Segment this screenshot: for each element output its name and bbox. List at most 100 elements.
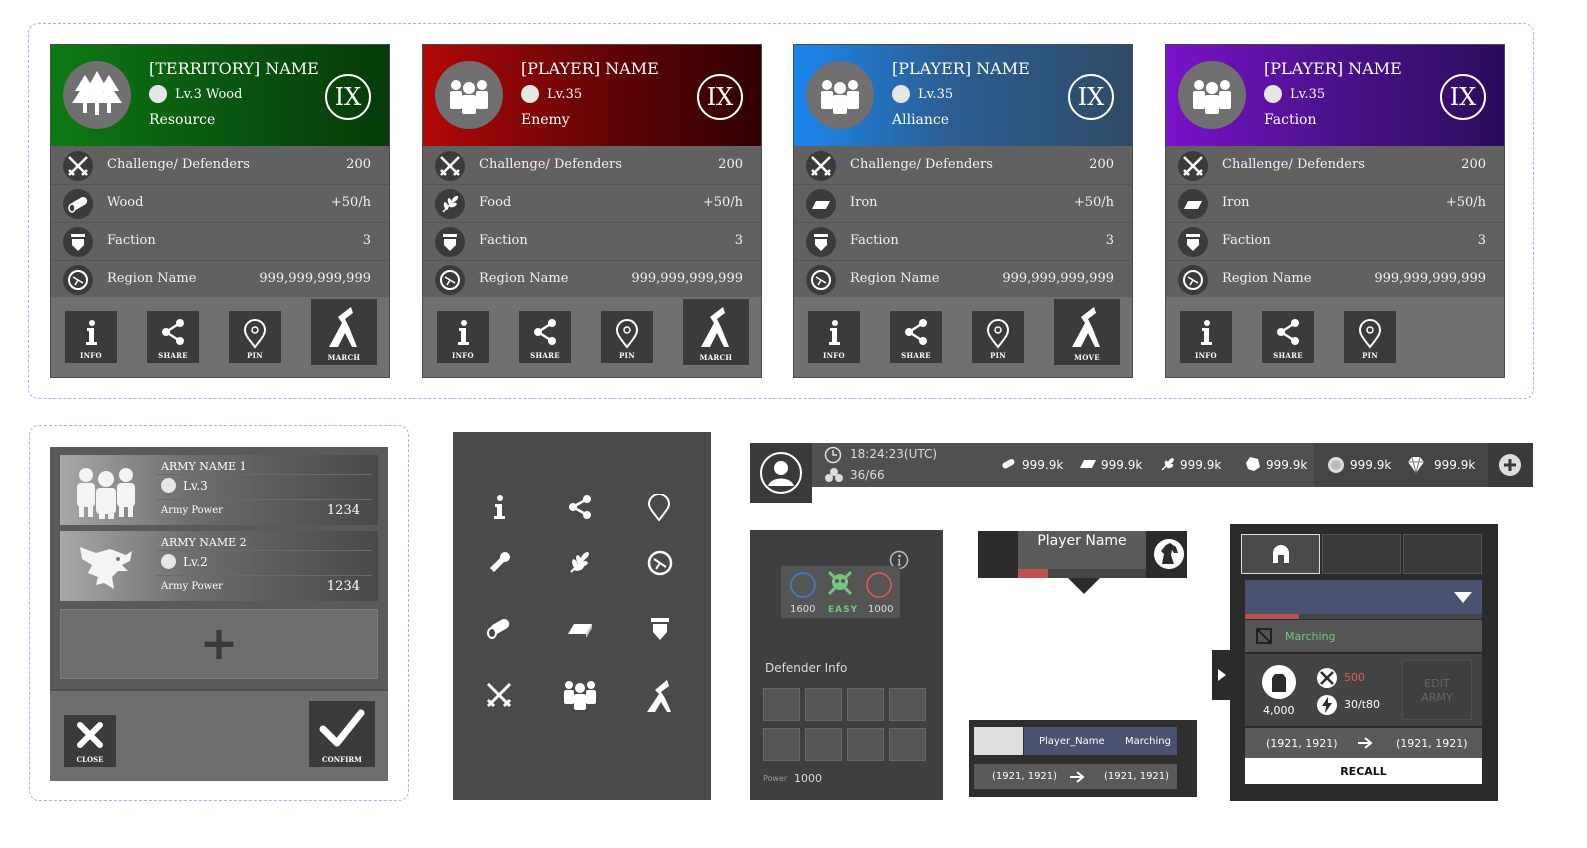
compass-icon: [440, 270, 460, 290]
swords-icon: [68, 156, 88, 176]
add-army-button[interactable]: +: [60, 609, 378, 679]
march-row-panel[interactable]: Player_Name Marching (1921, 1921) (1921,…: [969, 720, 1197, 797]
march-icon: [647, 680, 671, 712]
share-icon: [905, 319, 927, 345]
expand-tab[interactable]: [1212, 650, 1232, 700]
card-level-text: Lv.35: [918, 86, 954, 102]
share-button[interactable]: SHARE: [519, 311, 571, 363]
defender-slot[interactable]: [847, 688, 884, 721]
iron-ingot-icon: [812, 201, 830, 209]
progress-fill: [1245, 614, 1299, 619]
card-level: Lv.35: [1264, 85, 1325, 103]
share-button[interactable]: SHARE: [1262, 311, 1314, 363]
card-level: Lv.35: [521, 85, 582, 103]
army-power-value: 1234: [326, 503, 360, 518]
march-icon: [329, 307, 357, 347]
card-subtitle: Faction: [1264, 112, 1317, 128]
stat-label: Food: [479, 195, 512, 210]
stat-value: +50/h: [330, 195, 371, 210]
defender-blue-ring: [790, 572, 816, 598]
stat-icon: [1178, 189, 1208, 219]
army-power-label: Army Power: [161, 581, 223, 592]
troops-icon: [1193, 80, 1231, 114]
stat-row: Faction 3: [794, 224, 1132, 261]
pin-icon: [1358, 319, 1382, 349]
stat-icon: [1178, 151, 1208, 181]
defender-red-ring: [866, 572, 892, 598]
card-level-text: Lv.35: [547, 86, 583, 102]
level-dot: [521, 85, 539, 103]
faction-shield-icon: [443, 234, 457, 251]
stat-value: 200: [1089, 157, 1114, 172]
move-icon: [1072, 307, 1100, 347]
recall-button[interactable]: RECALL: [1245, 758, 1482, 784]
stat-row: Challenge/ Defenders 200: [1166, 148, 1504, 185]
status-row: Marching: [1245, 620, 1482, 652]
button-label: SHARE: [158, 351, 188, 360]
pin-button[interactable]: PIN: [601, 311, 653, 363]
share-button[interactable]: SHARE: [147, 311, 199, 363]
wood-amount: 999.9k: [1022, 458, 1064, 472]
stat-row: Region Name 999,999,999,999: [1166, 262, 1504, 299]
close-icon: [77, 722, 103, 748]
share-button[interactable]: SHARE: [890, 311, 942, 363]
power-label: Power: [763, 774, 788, 783]
arrow-right-icon: [1358, 737, 1373, 749]
pin-icon: [243, 319, 267, 349]
add-currency-button[interactable]: [1488, 443, 1533, 487]
tab-army[interactable]: [1241, 534, 1320, 574]
edit-army-button[interactable]: EDIT ARMY: [1402, 660, 1472, 720]
troops-icon: [450, 80, 488, 114]
right-value: 1000: [868, 604, 894, 615]
marching-status-icon: [1256, 628, 1272, 644]
march-button[interactable]: MARCH: [311, 299, 377, 365]
rank-badge: IX: [325, 74, 371, 120]
close-button[interactable]: CLOSE: [64, 715, 116, 767]
stat-label: Iron: [850, 195, 878, 210]
defender-slot[interactable]: [763, 688, 800, 721]
pin-button[interactable]: PIN: [1344, 311, 1396, 363]
defender-slot[interactable]: [805, 728, 842, 761]
trees-icon: [72, 71, 122, 115]
army-slots-icon: [825, 468, 843, 482]
player-name-tag[interactable]: Player Name: [978, 531, 1187, 578]
defender-slot[interactable]: [763, 728, 800, 761]
difficulty-box: 1600 EASY 1000: [781, 566, 900, 618]
card-action-bar: INFO SHARE PIN: [1166, 297, 1504, 377]
pin-button[interactable]: PIN: [972, 311, 1024, 363]
pin-icon: [647, 494, 671, 522]
button-label: PIN: [990, 351, 1006, 360]
avatar[interactable]: [750, 443, 812, 503]
defender-slot[interactable]: [889, 688, 926, 721]
info-button[interactable]: INFO: [437, 311, 489, 363]
army-level-text: Lv.3: [183, 478, 208, 493]
stat-icon: [435, 189, 465, 219]
move-button[interactable]: MOVE: [1054, 299, 1120, 365]
tab-2[interactable]: [1322, 534, 1401, 574]
dragon-icon: [80, 547, 132, 589]
defender-slot[interactable]: [847, 728, 884, 761]
stat-label: Challenge/ Defenders: [107, 157, 250, 172]
plus-icon: +: [199, 616, 239, 670]
march-button[interactable]: MARCH: [683, 299, 749, 365]
confirm-button[interactable]: CONFIRM: [309, 701, 375, 767]
coin-amount: 999.9k: [1350, 458, 1392, 472]
info-button[interactable]: INFO: [65, 311, 117, 363]
info-button[interactable]: INFO: [808, 311, 860, 363]
wheat-icon: [570, 552, 589, 573]
army-row-2[interactable]: ARMY NAME 2 Lv.2 Army Power 1234: [60, 531, 378, 601]
info-button[interactable]: INFO: [1180, 311, 1232, 363]
stat-row: Region Name 999,999,999,999: [423, 262, 761, 299]
army-row-1[interactable]: ARMY NAME 1 Lv.3 Army Power 1234: [60, 455, 378, 525]
defender-slot[interactable]: [889, 728, 926, 761]
pin-button[interactable]: PIN: [229, 311, 281, 363]
share-icon: [162, 319, 184, 345]
rank-badge: IX: [697, 74, 743, 120]
army-level: Lv.2: [161, 554, 208, 569]
card-title: [PLAYER] NAME: [1264, 59, 1402, 78]
tab-3[interactable]: [1403, 534, 1482, 574]
defender-slot[interactable]: [805, 688, 842, 721]
stat-value: 200: [346, 157, 371, 172]
stat-row: Challenge/ Defenders 200: [794, 148, 1132, 185]
army-dropdown[interactable]: [1245, 580, 1482, 614]
